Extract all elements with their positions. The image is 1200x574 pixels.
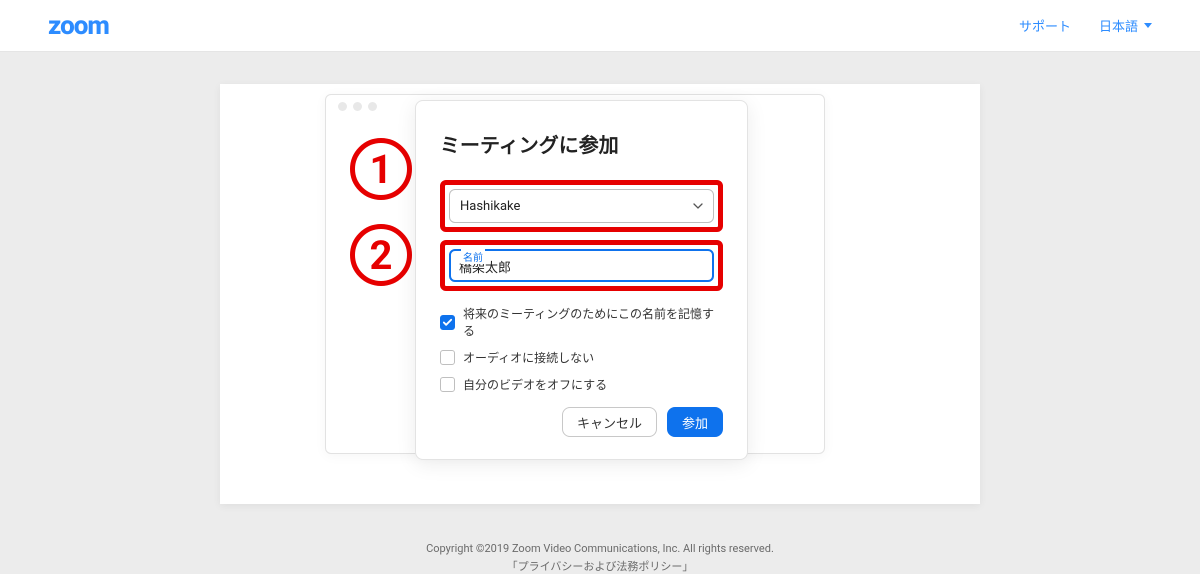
name-highlight: 名前 [440,240,723,291]
annotation-badge-2: 2 [350,224,412,286]
remember-name-option[interactable]: 将来のミーティングのためにこの名前を記憶する [440,305,723,339]
name-field-label: 名前 [461,249,485,264]
meeting-id-select[interactable]: Hashikake [449,189,714,223]
video-off-option[interactable]: 自分のビデオをオフにする [440,376,723,393]
content-stage: 1 2 ミーティングに参加 Hashikake 名前 将来のミーティングのために… [220,84,980,504]
chevron-down-icon [693,203,703,209]
no-audio-label: オーディオに接続しない [463,349,594,366]
page-footer: Copyright ©2019 Zoom Video Communication… [0,540,1200,574]
checkbox-checked-icon [440,315,455,330]
cancel-button[interactable]: キャンセル [562,407,657,437]
meeting-id-value: Hashikake [460,199,520,214]
caret-down-icon [1144,23,1152,28]
language-label: 日本語 [1099,16,1138,35]
top-bar: zoom サポート 日本語 [0,0,1200,52]
checkbox-empty-icon [440,350,455,365]
join-button[interactable]: 参加 [667,407,723,437]
copyright-text: Copyright ©2019 Zoom Video Communication… [0,540,1200,558]
top-bar-right: サポート 日本語 [1019,16,1152,35]
name-input[interactable] [459,259,704,274]
zoom-logo: zoom [48,11,109,41]
privacy-link[interactable]: 「プライバシーおよび法務ポリシー」 [0,558,1200,574]
checkbox-empty-icon [440,377,455,392]
window-dot [338,102,347,111]
dialog-title: ミーティングに参加 [440,129,723,158]
remember-name-label: 将来のミーティングのためにこの名前を記憶する [463,305,723,339]
window-dot [353,102,362,111]
window-dot [368,102,377,111]
meeting-id-highlight: Hashikake [440,180,723,232]
options-list: 将来のミーティングのためにこの名前を記憶する オーディオに接続しない 自分のビデ… [440,305,723,393]
video-off-label: 自分のビデオをオフにする [463,376,607,393]
join-meeting-dialog: ミーティングに参加 Hashikake 名前 将来のミーティングのためにこの名前… [415,100,748,460]
no-audio-option[interactable]: オーディオに接続しない [440,349,723,366]
support-link[interactable]: サポート [1019,16,1071,35]
language-selector[interactable]: 日本語 [1099,16,1152,35]
name-field-wrapper: 名前 [449,249,714,282]
dialog-actions: キャンセル 参加 [440,407,723,437]
annotation-badge-1: 1 [350,138,412,200]
